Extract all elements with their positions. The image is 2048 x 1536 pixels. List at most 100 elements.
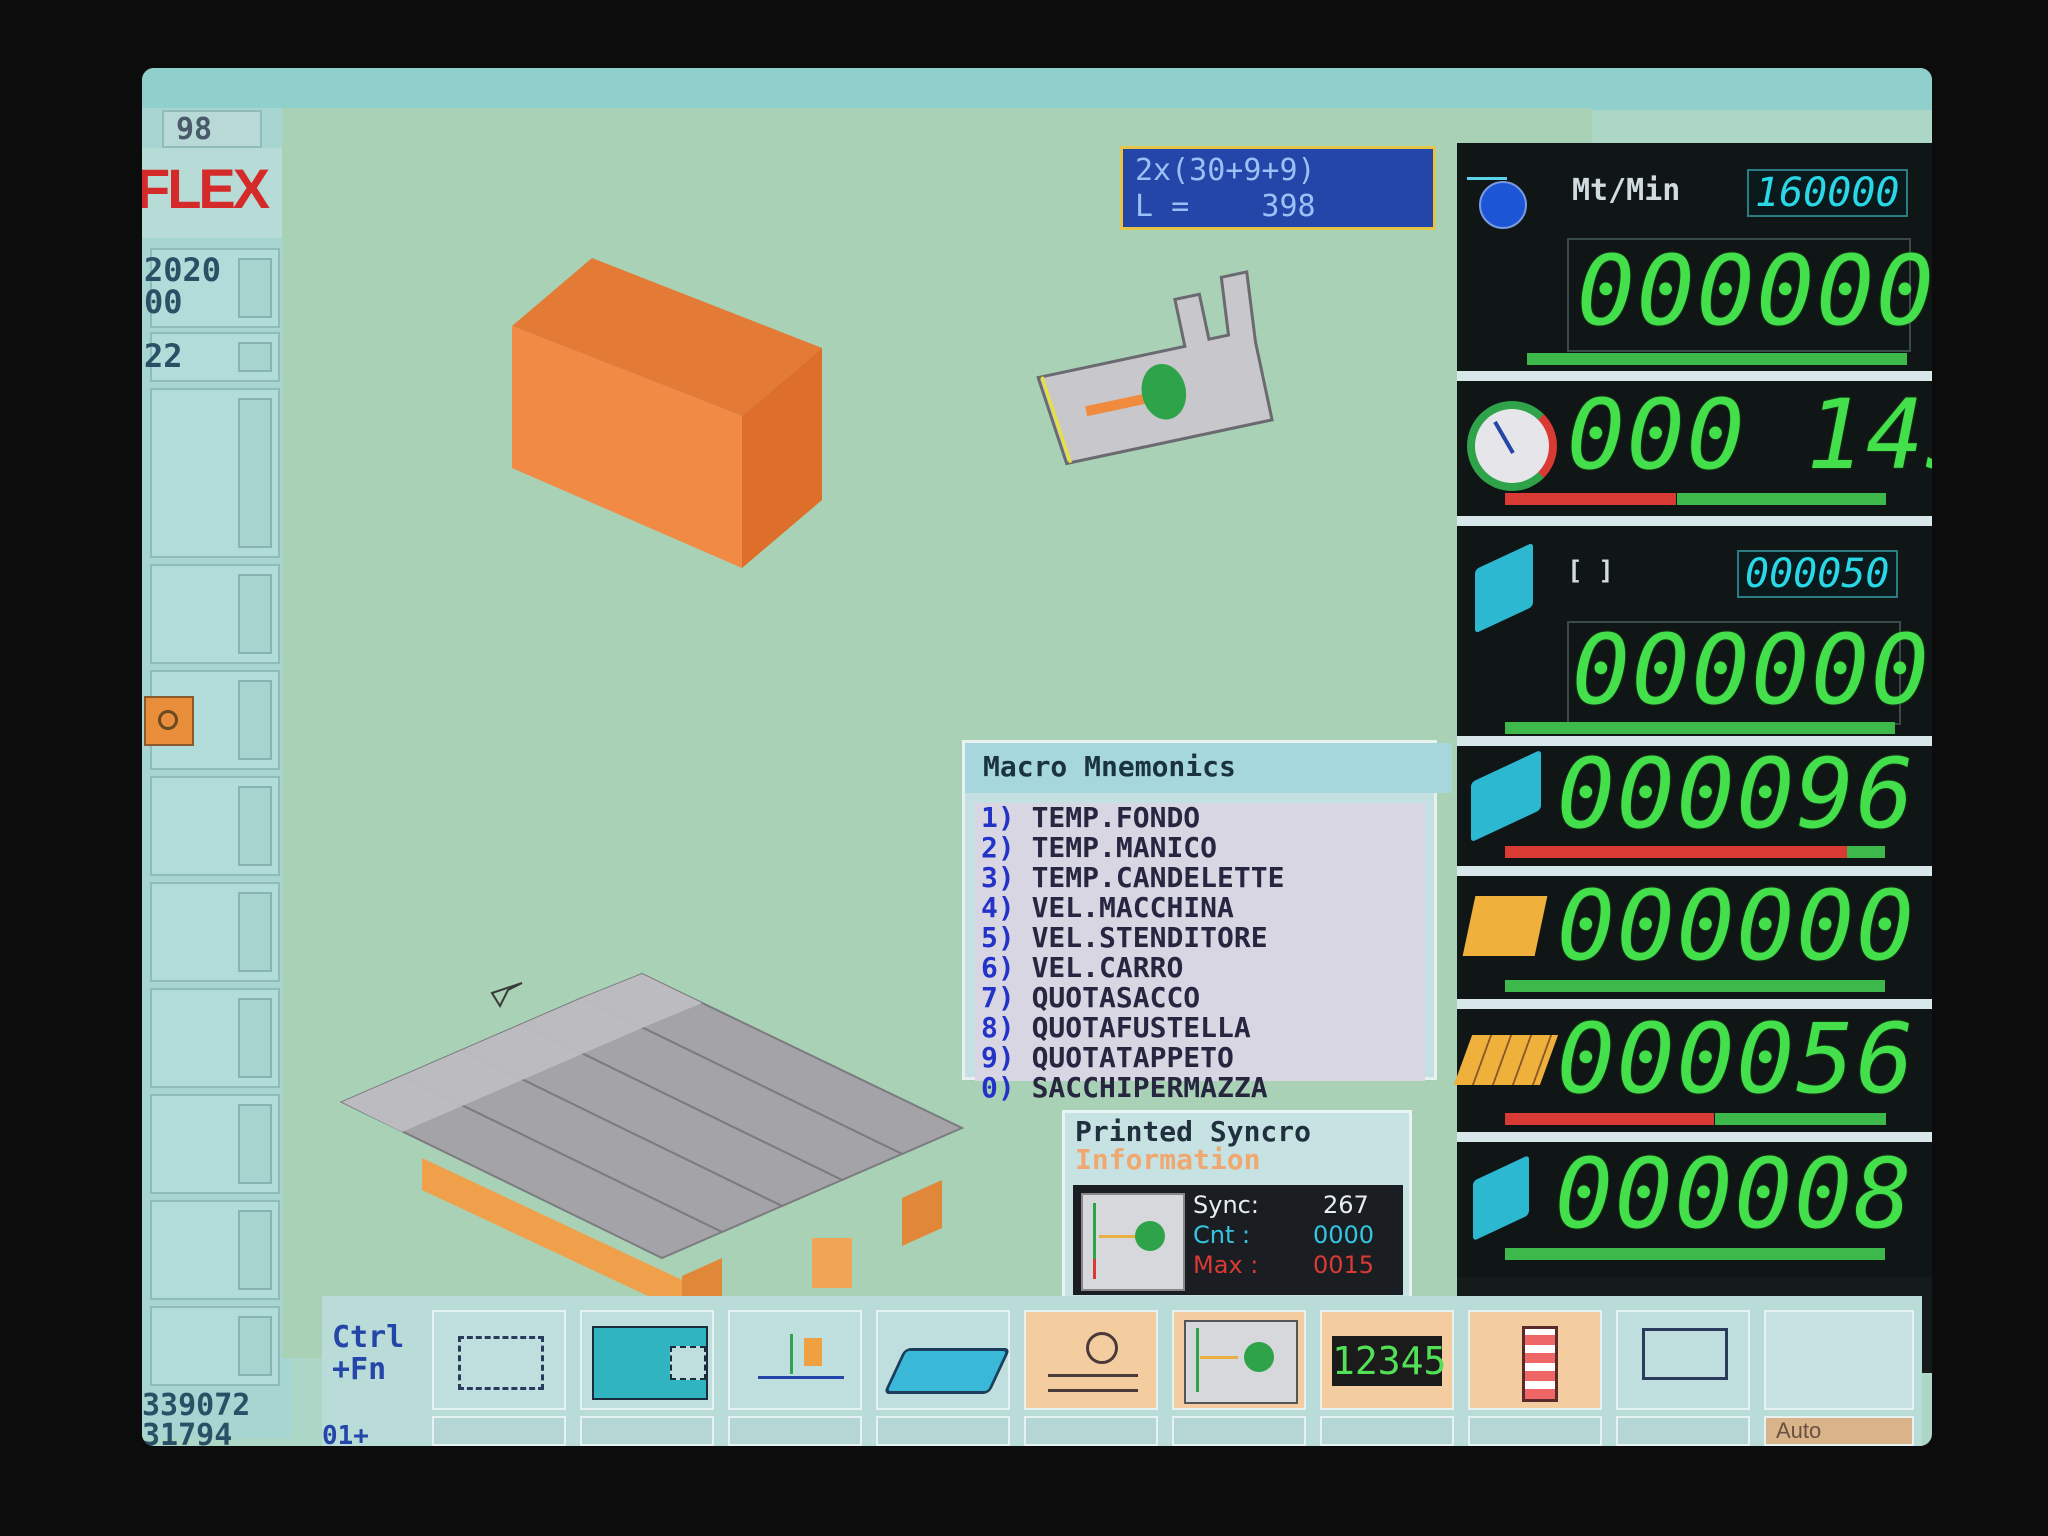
left-cell-6[interactable] — [150, 776, 280, 876]
macro-item-number: 3) — [981, 861, 1015, 894]
left-cell-10[interactable] — [150, 1200, 280, 1300]
feed-button[interactable] — [728, 1310, 862, 1410]
macro-item[interactable]: 2) TEMP.MANICO — [975, 833, 1425, 863]
cursor-arrow-icon — [490, 982, 523, 1009]
left-cell-indicator — [238, 1210, 272, 1290]
cnt-label: Cnt : — [1193, 1221, 1251, 1249]
roll-button[interactable] — [876, 1310, 1011, 1410]
macro-item-number: 7) — [981, 981, 1015, 1014]
pallet-counter[interactable]: 000056 — [1453, 1009, 1932, 1142]
bag-count-2[interactable]: 000008 — [1457, 1142, 1932, 1277]
feed-arrow — [790, 1334, 793, 1374]
left-cell-7[interactable] — [150, 882, 280, 982]
stack-counter[interactable]: 000096 — [1457, 746, 1932, 876]
macro-item-number: 5) — [981, 921, 1015, 954]
macro-item-number: 0) — [981, 1071, 1015, 1104]
macro-item-number: 1) — [981, 801, 1015, 834]
subkey-8[interactable] — [1468, 1416, 1602, 1446]
function-toolbar: Ctrl +Fn 12345 Auto — [322, 1296, 1922, 1446]
bag-setpoint[interactable]: 000050 — [1737, 550, 1898, 598]
subkey-1[interactable] — [432, 1416, 566, 1446]
bag-icon — [1475, 542, 1533, 634]
left-line-2: 00 — [144, 283, 183, 321]
box-icon — [512, 258, 822, 568]
subkey-4[interactable] — [876, 1416, 1010, 1446]
loop-button[interactable] — [1616, 1310, 1750, 1410]
left-cell-3[interactable] — [150, 388, 280, 558]
gauge-bar-green — [1677, 493, 1886, 505]
gauge-value: 000 145 — [1567, 379, 1932, 491]
left-cell-5[interactable] — [144, 670, 280, 770]
bag-counter[interactable]: [ ] 000050 000000 — [1457, 526, 1932, 746]
motor-icon[interactable] — [144, 696, 194, 746]
empty-slot-button[interactable] — [1764, 1310, 1914, 1410]
subkey-6[interactable] — [1172, 1416, 1306, 1446]
macro-item[interactable]: 7) QUOTASACCO — [975, 983, 1425, 1013]
macro-item[interactable]: 5) VEL.STENDITORE — [975, 923, 1425, 953]
macro-item[interactable]: 0) SACCHIPERMAZZA — [975, 1073, 1425, 1103]
pallet-bar-red — [1505, 1113, 1714, 1125]
speed-bar — [1527, 353, 1907, 365]
macro-item-label: VEL.CARRO — [1031, 951, 1184, 984]
macro-item[interactable]: 1) TEMP.FONDO — [975, 803, 1425, 833]
speed-counter[interactable]: Mt/Min 160000 000000 — [1457, 143, 1932, 381]
top-number-box: 98 — [162, 110, 262, 148]
max-value: 0015 — [1313, 1251, 1375, 1279]
subkey-2[interactable] — [580, 1416, 714, 1446]
macro-item[interactable]: 9) QUOTATAPPETO — [975, 1043, 1425, 1073]
macro-item-label: VEL.MACCHINA — [1031, 891, 1234, 924]
speed-unit: Mt/Min — [1572, 173, 1681, 208]
press-button[interactable] — [1024, 1310, 1158, 1410]
macro-item-number: 4) — [981, 891, 1015, 924]
print-mark-button-icon — [1184, 1320, 1298, 1404]
left-status-column: 98 FLEX 2020 00 22 339072 31794 — [142, 108, 292, 1446]
macro-item-number: 8) — [981, 1011, 1015, 1044]
macro-item-label: TEMP.MANICO — [1031, 831, 1218, 864]
sync-label: Sync: — [1193, 1191, 1259, 1219]
counter-button[interactable]: 12345 — [1320, 1310, 1454, 1410]
left-cell-indicator — [238, 998, 272, 1078]
macro-item[interactable]: 4) VEL.MACCHINA — [975, 893, 1425, 923]
press-icon — [1086, 1332, 1118, 1364]
speed-setpoint[interactable]: 160000 — [1747, 169, 1908, 217]
macro-list: 1) TEMP.FONDO 2) TEMP.MANICO 3) TEMP.CANDE… — [975, 803, 1425, 1103]
cycle-button[interactable] — [432, 1310, 566, 1410]
left-cell-indicator — [238, 786, 272, 866]
cut-button[interactable] — [580, 1310, 714, 1410]
macro-mnemonics-panel[interactable]: Macro Mnemonics 1) TEMP.FONDO 2) TEMP.MAN… — [962, 740, 1452, 1103]
macro-item[interactable]: 3) TEMP.CANDELETTE — [975, 863, 1425, 893]
box-counter[interactable]: 000000 — [1457, 876, 1932, 1009]
left-cell-11[interactable] — [150, 1306, 280, 1386]
auto-label: Auto — [1776, 1418, 1822, 1443]
left-cell-indicator — [238, 574, 272, 654]
press-plate — [1048, 1374, 1138, 1392]
macro-item[interactable]: 6) VEL.CARRO — [975, 953, 1425, 983]
subkey-7[interactable] — [1320, 1416, 1454, 1446]
left-cell-indicator — [238, 342, 272, 372]
left-line-1: 2020 — [144, 251, 222, 289]
left-cell-indicator — [238, 258, 272, 318]
single-bag-icon — [1473, 1154, 1529, 1242]
subkey-9[interactable] — [1616, 1416, 1750, 1446]
subkey-3[interactable] — [728, 1416, 862, 1446]
auto-mode-button[interactable]: Auto — [1764, 1416, 1914, 1446]
left-cell-8[interactable] — [150, 988, 280, 1088]
brand-logo: FLEX — [142, 157, 270, 220]
subkey-5[interactable] — [1024, 1416, 1158, 1446]
left-cell-9[interactable] — [150, 1094, 280, 1194]
macro-item[interactable]: 8) QUOTAFUSTELLA — [975, 1013, 1425, 1043]
syncro-info-box: Sync: 267 Cnt : 0000 Max : 0015 — [1073, 1185, 1403, 1295]
speed-dial-icon — [1479, 181, 1527, 229]
box-bar — [1505, 980, 1885, 992]
bag-formula-display: 2x(30+9+9) L = 398 — [1120, 146, 1436, 230]
gauge-counter[interactable]: 000 145 — [1457, 381, 1932, 526]
print-sync-button[interactable] — [1172, 1310, 1306, 1410]
macro-item-label: VEL.STENDITORE — [1031, 921, 1268, 954]
macro-item-number: 6) — [981, 951, 1015, 984]
left-cell-indicator — [238, 680, 272, 760]
sealer-button[interactable] — [1468, 1310, 1602, 1410]
stack-bar-green — [1847, 846, 1885, 858]
left-cell-4[interactable] — [150, 564, 280, 664]
macro-item-label: SACCHIPERMAZZA — [1031, 1071, 1268, 1104]
formula-line-1: 2x(30+9+9) — [1135, 153, 1316, 188]
